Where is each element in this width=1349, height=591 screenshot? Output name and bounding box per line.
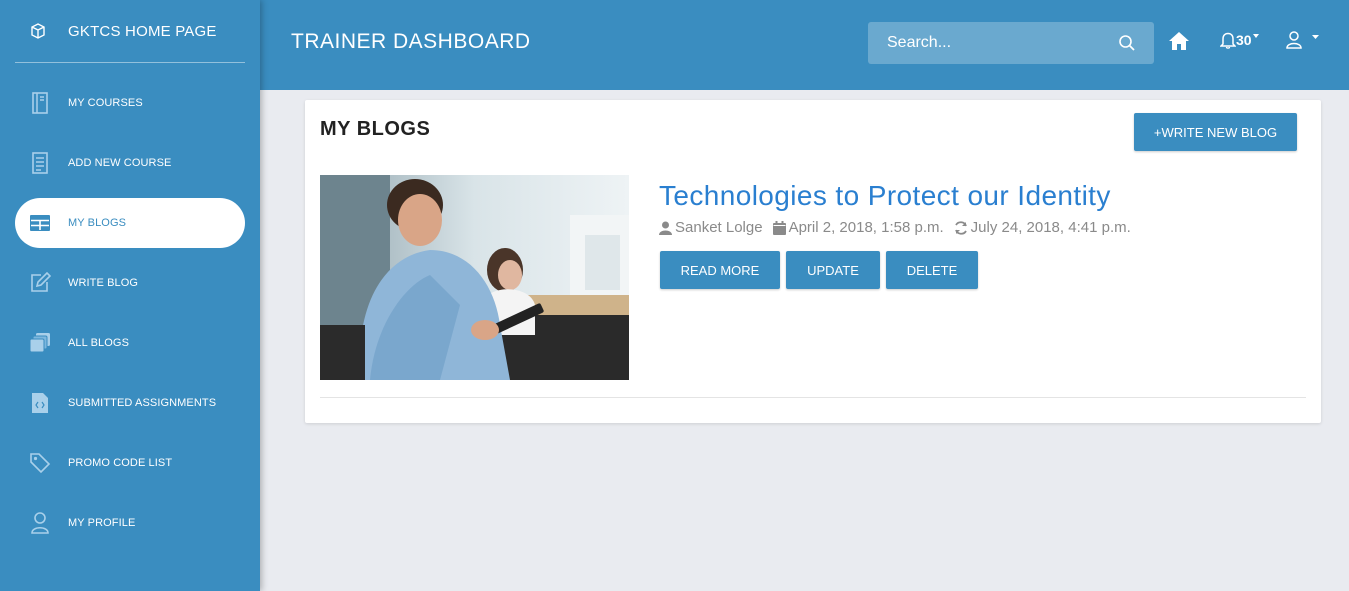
sidebar-item-label: MY COURSES <box>68 97 143 109</box>
notifications-button[interactable]: 30 <box>1220 31 1259 49</box>
page-title: TRAINER DASHBOARD <box>291 30 531 53</box>
author: Sanket Lolge <box>659 219 763 236</box>
refresh-icon <box>954 220 967 235</box>
calendar-icon <box>772 220 786 235</box>
caret-down-icon <box>1252 34 1259 38</box>
bell-icon <box>1220 32 1236 49</box>
brand-divider <box>15 62 245 63</box>
table-icon <box>28 211 52 235</box>
user-icon <box>1286 31 1302 49</box>
created-date: April 2, 2018, 1:58 p.m. <box>772 219 944 236</box>
sidebar-item-write-blog[interactable]: WRITE BLOG <box>15 258 245 308</box>
caret-down-icon <box>1312 35 1319 39</box>
post-divider <box>320 397 1306 398</box>
sidebar-item-label: MY PROFILE <box>68 517 136 529</box>
blog-post-title-link[interactable]: Technologies to Protect our Identity <box>659 180 1111 212</box>
sidebar-item-label: ALL BLOGS <box>68 337 130 349</box>
search-input[interactable] <box>887 34 1107 52</box>
blog-thumbnail[interactable] <box>320 175 629 380</box>
sidebar-nav: MY COURSES ADD NEW COURSE MY BLOGS WRITE… <box>0 78 260 548</box>
delete-button[interactable]: DELETE <box>886 251 978 289</box>
write-new-blog-button[interactable]: +WRITE NEW BLOG <box>1134 113 1297 151</box>
search-icon[interactable] <box>1118 34 1136 52</box>
blog-post-meta: Sanket Lolge April 2, 2018, 1:58 p.m. Ju… <box>659 219 1141 236</box>
code-file-icon <box>28 391 52 415</box>
sidebar: GKTCS HOME PAGE MY COURSES ADD NEW COURS… <box>0 0 260 591</box>
sidebar-item-promo-code-list[interactable]: PROMO CODE LIST <box>15 438 245 488</box>
sidebar-item-label: MY BLOGS <box>68 217 127 229</box>
sidebar-item-label: WRITE BLOG <box>68 277 139 289</box>
created-date-text: April 2, 2018, 1:58 p.m. <box>788 219 944 236</box>
edit-icon <box>28 271 52 295</box>
search-box[interactable] <box>868 22 1154 64</box>
book-icon <box>28 91 52 115</box>
read-more-button[interactable]: READ MORE <box>660 251 780 289</box>
user-icon <box>659 221 672 235</box>
tags-icon <box>28 451 52 475</box>
sidebar-item-label: ADD NEW COURSE <box>68 157 172 169</box>
blogs-card: MY BLOGS +WRITE NEW BLOG Technologies to… <box>305 100 1321 423</box>
updated-date: July 24, 2018, 4:41 p.m. <box>954 219 1131 236</box>
stack-icon <box>28 331 52 355</box>
blog-photo <box>320 175 629 380</box>
author-name: Sanket Lolge <box>675 219 763 236</box>
brand-label: GKTCS HOME PAGE <box>68 22 217 40</box>
notification-count: 30 <box>1236 32 1252 48</box>
user-icon <box>28 511 52 535</box>
sidebar-item-all-blogs[interactable]: ALL BLOGS <box>15 318 245 368</box>
updated-date-text: July 24, 2018, 4:41 p.m. <box>970 219 1131 236</box>
sidebar-item-my-courses[interactable]: MY COURSES <box>15 78 245 128</box>
brand-link[interactable]: GKTCS HOME PAGE <box>0 0 260 62</box>
home-icon <box>1169 32 1189 50</box>
update-button[interactable]: UPDATE <box>786 251 880 289</box>
user-menu-button[interactable] <box>1286 31 1319 49</box>
sidebar-item-label: PROMO CODE LIST <box>68 457 173 469</box>
section-title: MY BLOGS <box>320 118 431 140</box>
sidebar-item-submitted-assignments[interactable]: SUBMITTED ASSIGNMENTS <box>15 378 245 428</box>
cube-icon <box>31 23 45 39</box>
document-list-icon <box>28 151 52 175</box>
sidebar-item-label: SUBMITTED ASSIGNMENTS <box>68 397 217 409</box>
home-button[interactable] <box>1168 31 1190 51</box>
top-header: TRAINER DASHBOARD 30 <box>260 0 1349 90</box>
sidebar-item-add-new-course[interactable]: ADD NEW COURSE <box>15 138 245 188</box>
sidebar-item-my-profile[interactable]: MY PROFILE <box>15 498 245 548</box>
sidebar-item-my-blogs[interactable]: MY BLOGS <box>15 198 245 248</box>
blog-post-actions: READ MORE UPDATE DELETE <box>660 251 984 289</box>
